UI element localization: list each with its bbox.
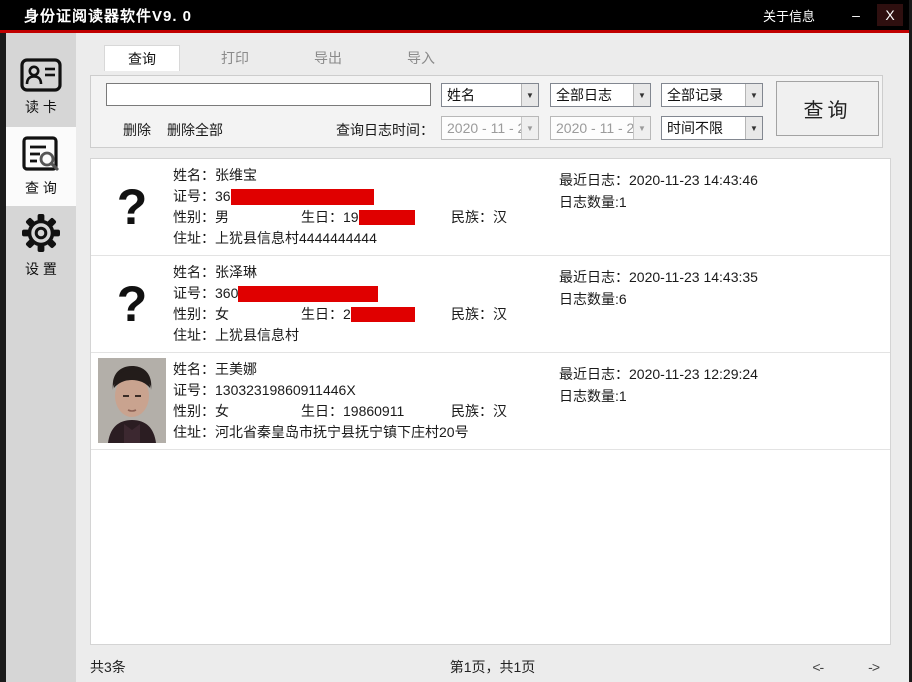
main-area: 查询 打印 导出 导入 姓名 ▼ 全部日志 ▼ 全部记录 ▼ bbox=[76, 33, 909, 682]
photo-placeholder: ? bbox=[98, 261, 166, 346]
delete-button[interactable]: 删除 bbox=[123, 120, 151, 140]
chevron-down-icon: ▼ bbox=[745, 84, 762, 106]
redaction-block bbox=[351, 307, 415, 322]
record-details: 姓名：王美娜 证号：13032319860911446X 性别：女 生日：198… bbox=[173, 359, 507, 443]
tab-query[interactable]: 查询 bbox=[104, 45, 180, 71]
record-birth: 19860911 bbox=[343, 401, 404, 422]
record-ethnic: 汉 bbox=[493, 209, 507, 225]
id-card-icon bbox=[20, 58, 62, 92]
record-sex: 女 bbox=[215, 306, 229, 322]
record-address: 上犹县信息村4444444444 bbox=[215, 228, 377, 249]
close-button[interactable]: X bbox=[877, 4, 903, 26]
last-log-time: 2020-11-23 12:29:24 bbox=[629, 366, 758, 382]
record-address: 上犹县信息村 bbox=[215, 325, 299, 346]
document-search-icon bbox=[21, 135, 61, 173]
log-count: 1 bbox=[619, 194, 627, 210]
record-birth: 2 bbox=[343, 304, 351, 325]
record-row[interactable]: ? 姓名：张维宝 证号：36 性别：男 生日：19 民族：汉 住址：上犹县信息村… bbox=[91, 159, 890, 256]
question-mark-icon: ? bbox=[117, 279, 148, 329]
log-filter-select[interactable]: 全部日志 ▼ bbox=[550, 83, 651, 107]
date-to-picker[interactable]: 2020 - 11 - 23 ▼ bbox=[550, 116, 651, 140]
time-range-select[interactable]: 时间不限 ▼ bbox=[661, 116, 763, 140]
record-log-info: 最近日志：2020-11-23 14:43:35 日志数量:6 bbox=[559, 266, 758, 310]
chevron-down-icon: ▼ bbox=[521, 117, 538, 139]
last-log-time: 2020-11-23 14:43:35 bbox=[629, 269, 758, 285]
log-count: 1 bbox=[619, 388, 627, 404]
record-details: 姓名：张泽琳 证号：360 性别：女 生日：2 民族：汉 住址：上犹县信息村 bbox=[173, 262, 507, 346]
empty-list-area bbox=[91, 450, 890, 645]
total-count: 共3条 bbox=[90, 657, 126, 677]
search-panel: 姓名 ▼ 全部日志 ▼ 全部记录 ▼ 查询 删除 删除全部 查询日志时间： 20… bbox=[90, 75, 883, 148]
record-address: 河北省秦皇岛市抚宁县抚宁镇下庄村20号 bbox=[215, 422, 469, 443]
record-details: 姓名：张维宝 证号：36 性别：男 生日：19 民族：汉 住址：上犹县信息村44… bbox=[173, 165, 507, 249]
tab-import[interactable]: 导入 bbox=[383, 45, 459, 71]
title-bar: 身份证阅读器软件V9. 0 关于信息 – X bbox=[0, 0, 909, 30]
redaction-block bbox=[231, 189, 374, 205]
record-sex: 女 bbox=[215, 403, 229, 419]
chevron-down-icon: ▼ bbox=[633, 117, 650, 139]
app-title: 身份证阅读器软件V9. 0 bbox=[24, 5, 192, 26]
chevron-down-icon: ▼ bbox=[633, 84, 650, 106]
redaction-block bbox=[359, 210, 415, 225]
record-log-info: 最近日志：2020-11-23 14:43:46 日志数量:1 bbox=[559, 169, 758, 213]
query-button[interactable]: 查询 bbox=[776, 81, 879, 136]
record-name: 张维宝 bbox=[215, 165, 257, 186]
record-name: 张泽琳 bbox=[215, 262, 257, 283]
sidebar: 读 卡 查 询 bbox=[6, 33, 76, 682]
id-photo bbox=[98, 358, 166, 443]
record-sex: 男 bbox=[215, 209, 229, 225]
search-input[interactable] bbox=[106, 83, 431, 106]
record-id: 36 bbox=[215, 186, 231, 207]
chevron-down-icon: ▼ bbox=[745, 117, 762, 139]
log-time-label: 查询日志时间： bbox=[296, 120, 434, 140]
app-window: 身份证阅读器软件V9. 0 关于信息 – X 读 卡 bbox=[0, 0, 912, 682]
tab-bar: 查询 打印 导出 导入 bbox=[104, 45, 909, 71]
delete-all-button[interactable]: 删除全部 bbox=[167, 120, 223, 140]
last-log-time: 2020-11-23 14:43:46 bbox=[629, 172, 758, 188]
sidebar-label-read-card: 读 卡 bbox=[25, 97, 57, 117]
sidebar-item-settings[interactable]: 设 置 bbox=[6, 206, 76, 285]
record-row[interactable]: ? 姓名：张泽琳 证号：360 性别：女 生日：2 民族：汉 住址：上犹县信息村 bbox=[91, 256, 890, 353]
sidebar-label-settings: 设 置 bbox=[25, 259, 57, 279]
record-id: 360 bbox=[215, 283, 238, 304]
sidebar-item-read-card[interactable]: 读 卡 bbox=[6, 48, 76, 127]
record-name: 王美娜 bbox=[215, 359, 257, 380]
tab-print[interactable]: 打印 bbox=[197, 45, 273, 71]
next-page-button[interactable]: -> bbox=[868, 659, 879, 675]
prev-page-button[interactable]: <- bbox=[812, 659, 823, 675]
record-ethnic: 汉 bbox=[493, 306, 507, 322]
record-birth: 19 bbox=[343, 207, 359, 228]
record-id: 13032319860911446X bbox=[215, 380, 356, 401]
record-row[interactable]: 姓名：王美娜 证号：13032319860911446X 性别：女 生日：198… bbox=[91, 353, 890, 450]
log-count: 6 bbox=[619, 291, 627, 307]
sidebar-label-query: 查 询 bbox=[25, 178, 57, 198]
portrait-photo bbox=[98, 358, 166, 443]
record-filter-select[interactable]: 全部记录 ▼ bbox=[661, 83, 763, 107]
search-field-select[interactable]: 姓名 ▼ bbox=[441, 83, 539, 107]
date-from-picker[interactable]: 2020 - 11 - 23 ▼ bbox=[441, 116, 539, 140]
record-ethnic: 汉 bbox=[493, 403, 507, 419]
gear-icon bbox=[20, 212, 62, 254]
redaction-block bbox=[238, 286, 378, 302]
tab-export[interactable]: 导出 bbox=[290, 45, 366, 71]
page-info: 第1页，共1页 bbox=[450, 657, 536, 677]
minimize-button[interactable]: – bbox=[843, 4, 869, 26]
chevron-down-icon: ▼ bbox=[521, 84, 538, 106]
photo-placeholder: ? bbox=[98, 164, 166, 249]
record-log-info: 最近日志：2020-11-23 12:29:24 日志数量:1 bbox=[559, 363, 758, 407]
records-list: ? 姓名：张维宝 证号：36 性别：男 生日：19 民族：汉 住址：上犹县信息村… bbox=[90, 158, 891, 645]
status-bar: 共3条 第1页，共1页 <- -> bbox=[76, 652, 909, 682]
sidebar-item-query[interactable]: 查 询 bbox=[6, 127, 76, 206]
question-mark-icon: ? bbox=[117, 182, 148, 232]
about-menu[interactable]: 关于信息 bbox=[763, 6, 815, 25]
